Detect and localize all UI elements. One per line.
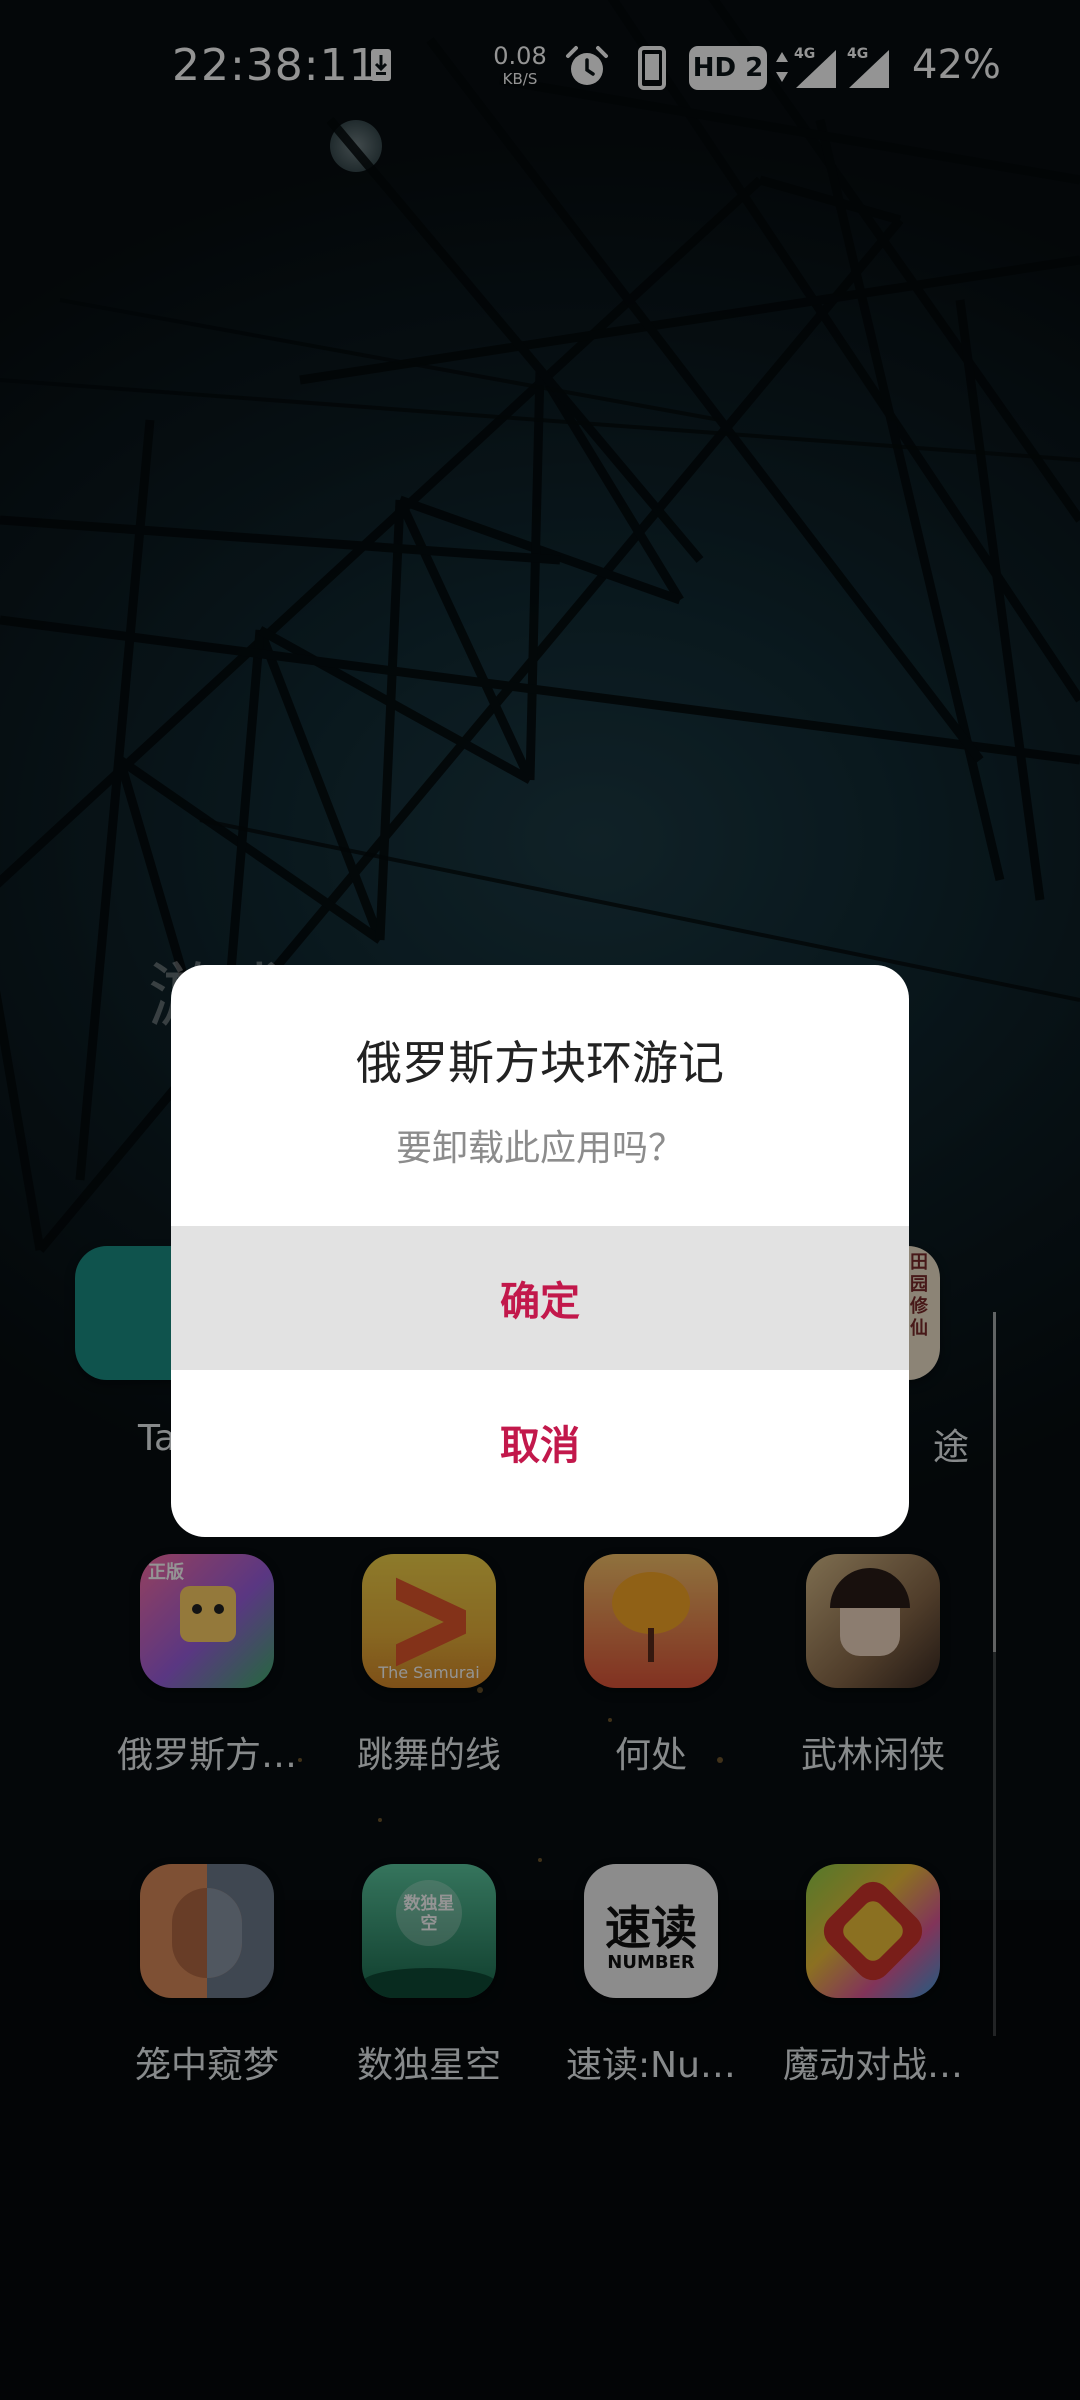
uninstall-dialog: 俄罗斯方块环游记 要卸载此应用吗？ 确定 取消	[171, 965, 909, 1537]
dialog-title: 俄罗斯方块环游记	[356, 1036, 724, 1090]
cancel-button[interactable]: 取消	[171, 1370, 909, 1514]
dialog-message: 要卸载此应用吗？	[395, 1128, 684, 1169]
confirm-button[interactable]: 确定	[171, 1226, 909, 1370]
home-screen: 22:38:11 0.08 KB/S HD 2 4G 4G 42% Ta 田园修…	[0, 0, 1080, 2400]
